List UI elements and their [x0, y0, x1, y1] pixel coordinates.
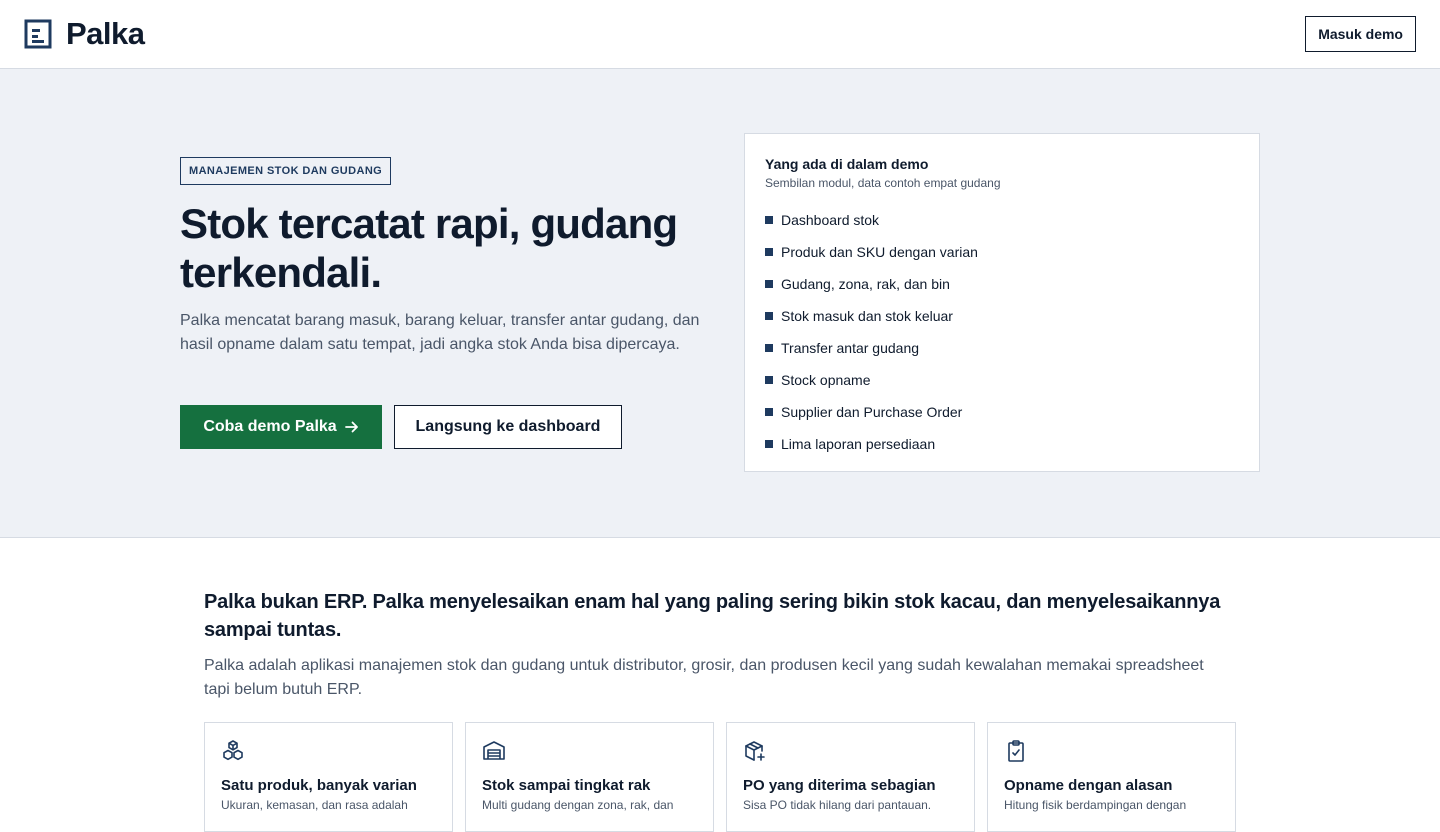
list-item: Stock opname	[765, 364, 1239, 396]
list-item: Dashboard stok	[765, 204, 1239, 236]
module-label: Stok masuk dan stok keluar	[781, 308, 953, 324]
feature-title: PO yang diterima sebagian	[743, 777, 936, 794]
bullet-square-icon	[765, 440, 773, 448]
feature-title: Satu produk, banyak varian	[221, 777, 417, 794]
bullet-square-icon	[765, 344, 773, 352]
clipboard-check-icon	[1008, 740, 1024, 762]
go-dashboard-button[interactable]: Langsung ke dashboard	[394, 405, 622, 449]
hero-section: MANAJEMEN STOK DAN GUDANG Stok tercatat …	[0, 69, 1440, 538]
try-demo-button[interactable]: Coba demo Palka	[180, 405, 382, 449]
list-item: Stok masuk dan stok keluar	[765, 300, 1239, 332]
try-demo-label: Coba demo Palka	[203, 418, 337, 435]
feature-card-opname: Opname dengan alasan Hitung fisik berdam…	[987, 722, 1236, 832]
feature-description: Multi gudang dengan zona, rak, dan	[482, 798, 674, 812]
bullet-square-icon	[765, 376, 773, 384]
list-item: Transfer antar gudang	[765, 332, 1239, 364]
feature-title: Opname dengan alasan	[1004, 777, 1173, 794]
top-navbar: Palka Masuk demo	[0, 0, 1440, 69]
arrow-right-icon	[344, 421, 358, 433]
list-item: Supplier dan Purchase Order	[765, 396, 1239, 428]
feature-description: Hitung fisik berdampingan dengan	[1004, 798, 1187, 812]
demo-card-title: Yang ada di dalam demo	[765, 156, 929, 172]
hero-title: Stok tercatat rapi, gudang terkendali.	[180, 200, 678, 296]
demo-module-list: Dashboard stok Produk dan SKU dengan var…	[765, 204, 1239, 460]
feature-card-rack-stock: Stok sampai tingkat rak Multi gudang den…	[465, 722, 714, 832]
package-plus-icon	[745, 741, 765, 761]
module-label: Supplier dan Purchase Order	[781, 404, 963, 420]
feature-cards: Satu produk, banyak varian Ukuran, kemas…	[204, 722, 1236, 832]
list-item: Gudang, zona, rak, dan bin	[765, 268, 1239, 300]
list-item: Lima laporan persediaan	[765, 428, 1239, 460]
brand-name: Palka	[66, 16, 145, 51]
feature-card-partial-po: PO yang diterima sebagian Sisa PO tidak …	[726, 722, 975, 832]
feature-card-variants: Satu produk, banyak varian Ukuran, kemas…	[204, 722, 453, 832]
about-description: Palka adalah aplikasi manajemen stok dan…	[204, 657, 1204, 698]
bullet-square-icon	[765, 280, 773, 288]
module-label: Gudang, zona, rak, dan bin	[781, 276, 950, 292]
feature-description: Ukuran, kemasan, dan rasa adalah	[221, 798, 408, 812]
bullet-square-icon	[765, 248, 773, 256]
module-label: Dashboard stok	[781, 212, 880, 228]
category-badge: MANAJEMEN STOK DAN GUDANG	[180, 157, 392, 185]
warehouse-icon	[483, 741, 505, 760]
bullet-square-icon	[765, 312, 773, 320]
module-label: Produk dan SKU dengan varian	[781, 244, 978, 260]
login-demo-button[interactable]: Masuk demo	[1305, 16, 1416, 52]
demo-card-subtitle: Sembilan modul, data contoh empat gudang	[765, 176, 1001, 190]
about-title: Palka bukan ERP. Palka menyelesaikan ena…	[204, 591, 1221, 641]
demo-contents-card: Yang ada di dalam demo Sembilan modul, d…	[744, 133, 1260, 472]
brand[interactable]: Palka	[24, 16, 145, 52]
module-label: Lima laporan persediaan	[781, 436, 936, 452]
palka-logo-icon	[24, 19, 52, 49]
module-label: Transfer antar gudang	[781, 340, 920, 356]
feature-description: Sisa PO tidak hilang dari pantauan.	[743, 798, 932, 812]
hero-description: Palka mencatat barang masuk, barang kelu…	[180, 312, 700, 353]
feature-title: Stok sampai tingkat rak	[482, 777, 651, 794]
bullet-square-icon	[765, 408, 773, 416]
boxes-icon	[223, 740, 243, 761]
list-item: Produk dan SKU dengan varian	[765, 236, 1239, 268]
bullet-square-icon	[765, 216, 773, 224]
module-label: Stock opname	[781, 372, 871, 388]
